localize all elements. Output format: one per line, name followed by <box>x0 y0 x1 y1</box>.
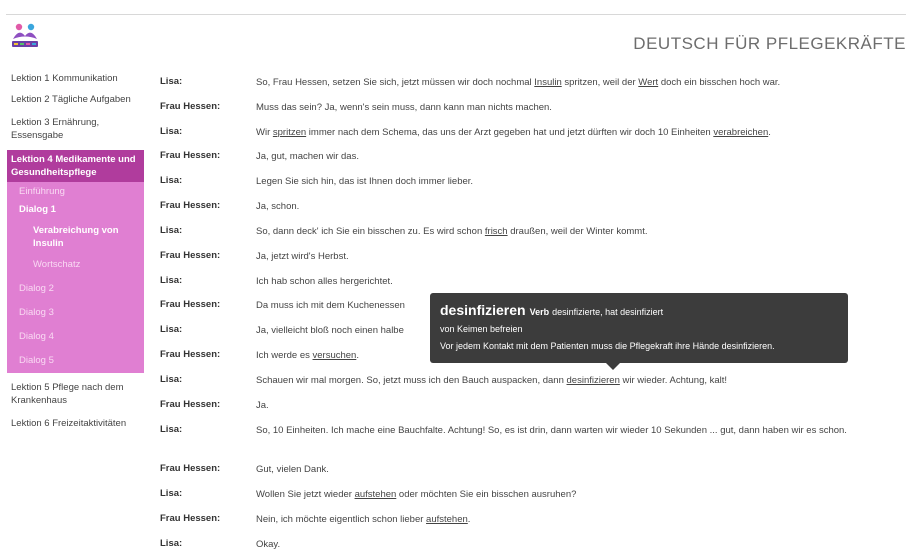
vocab-word-spritzen[interactable]: spritzen <box>273 127 306 138</box>
sidebar-subitem-einfuehrung[interactable]: Einführung <box>7 182 144 200</box>
tooltip-arrow <box>606 363 620 370</box>
dialog-row: Frau Hessen: Ja, gut, machen wir das. <box>160 150 359 163</box>
speaker-name: Frau Hessen: <box>160 349 221 360</box>
dialog-line: Muss das sein? Ja, wenn's sein muss, dan… <box>256 102 552 113</box>
dialog-line: So, dann deck' ich Sie ein bisschen zu. … <box>256 226 648 237</box>
sidebar-item-lektion-4[interactable]: Lektion 4 Medikamente und Gesundheitspfl… <box>7 150 144 182</box>
dialog-line: Gut, vielen Dank. <box>256 464 329 475</box>
dialog-line: Wollen Sie jetzt wieder aufstehen oder m… <box>256 489 577 500</box>
dialog-row: Lisa: Legen Sie sich hin, das ist Ihnen … <box>160 175 473 188</box>
dialog-row: Lisa: So, Frau Hessen, setzen Sie sich, … <box>160 76 780 89</box>
dialog-line: Legen Sie sich hin, das ist Ihnen doch i… <box>256 176 474 187</box>
vocab-word-aufstehen[interactable]: aufstehen <box>355 489 397 500</box>
vocab-word-frisch[interactable]: frisch <box>485 226 508 237</box>
dialog-row: Lisa: Ich hab schon alles hergerichtet. <box>160 275 393 288</box>
speaker-name: Lisa: <box>160 374 183 385</box>
sidebar-subitem-dialog-1[interactable]: Dialog 1 <box>7 200 144 218</box>
tooltip-heading: desinfizieren Verb desinfizierte, hat desi… <box>440 302 838 318</box>
vocab-tooltip: desinfizieren Verb desinfizierte, hat desi… <box>430 293 848 370</box>
dialog-row: Lisa: So, 10 Einheiten. Ich mache eine B… <box>160 424 906 437</box>
vocab-word-verabreichen[interactable]: verabreichen <box>713 127 768 138</box>
people-logo-icon[interactable] <box>10 22 40 50</box>
sidebar-item-lektion-1[interactable]: Lektion 1 Kommunikation <box>7 70 144 87</box>
speaker-name: Lisa: <box>160 225 183 236</box>
speaker-name: Lisa: <box>160 324 183 335</box>
sidebar-item-lektion-6[interactable]: Lektion 6 Freizeitaktivitäten <box>7 415 144 432</box>
speaker-name: Lisa: <box>160 126 183 137</box>
dialog-row: Frau Hessen: Nein, ich möchte eigentlich… <box>160 513 470 526</box>
speaker-name: Frau Hessen: <box>160 299 221 310</box>
dialog-line: Ja, gut, machen wir das. <box>256 151 359 162</box>
tooltip-word: desinfizieren <box>440 302 526 318</box>
dialog-row: Frau Hessen: Ja, schon. <box>160 200 299 213</box>
speaker-name: Frau Hessen: <box>160 101 221 112</box>
sidebar-subitem-dialog-4[interactable]: Dialog 4 <box>7 321 144 345</box>
lesson-sidebar: Lektion 1 Kommunikation Lektion 2 Täglic… <box>7 70 144 432</box>
dialog-row: Frau Hessen: Gut, vielen Dank. <box>160 463 329 476</box>
lektion-4-submenu: Einführung Dialog 1 Verabreichung von In… <box>7 182 144 373</box>
sidebar-subitem-wortschatz[interactable]: Wortschatz <box>7 252 144 273</box>
dialog-row: Lisa: So, dann deck' ich Sie ein bissche… <box>160 225 648 238</box>
tooltip-definition: von Keimen befreien <box>440 324 523 334</box>
dialog-row: Lisa: Schauen wir mal morgen. So, jetzt … <box>160 374 727 387</box>
header-divider <box>6 14 906 15</box>
dialog-row: Frau Hessen: Ja, jetzt wird's Herbst. <box>160 250 349 263</box>
sidebar-item-lektion-5[interactable]: Lektion 5 Pflege nach dem Krankenhaus <box>7 379 144 409</box>
dialog-row: Lisa: Okay. <box>160 538 280 551</box>
vocab-word-wert[interactable]: Wert <box>638 77 658 88</box>
speaker-name: Frau Hessen: <box>160 463 221 474</box>
dialog-line: Da muss ich mit dem Kuchenessen <box>256 300 405 311</box>
vocab-word-versuchen[interactable]: versuchen <box>313 350 357 361</box>
dialog-line: Ich hab schon alles hergerichtet. <box>256 276 393 287</box>
dialog-line: Schauen wir mal morgen. So, jetzt muss i… <box>256 375 728 386</box>
dialog-line: Wir spritzen immer nach dem Schema, das … <box>256 127 771 138</box>
sidebar-subitem-dialog-3[interactable]: Dialog 3 <box>7 297 144 321</box>
dialog-line: Ja, schon. <box>256 201 300 212</box>
speaker-name: Frau Hessen: <box>160 150 221 161</box>
tooltip-word-forms: desinfizierte, hat desinfiziert <box>552 307 664 317</box>
dialog-line: Okay. <box>256 539 281 550</box>
vocab-word-desinfizieren[interactable]: desinfizieren <box>567 375 620 386</box>
speaker-name: Lisa: <box>160 275 183 286</box>
sidebar-item-lektion-3[interactable]: Lektion 3 Ernährung, Essensgabe <box>7 114 144 144</box>
dialog-row: Frau Hessen: Ich werde es versuchen. <box>160 349 359 362</box>
speaker-name: Lisa: <box>160 488 183 499</box>
sidebar-subitem-dialog-2[interactable]: Dialog 2 <box>7 273 144 297</box>
dialog-line: So, 10 Einheiten. Ich mache eine Bauchfa… <box>256 425 847 436</box>
dialog-line: Ja, jetzt wird's Herbst. <box>256 251 349 262</box>
dialog-line: Ja, vielleicht bloß noch einen halbe <box>256 325 404 336</box>
vocab-word-insulin[interactable]: Insulin <box>534 77 561 88</box>
sidebar-subitem-verabreichung-von-insulin[interactable]: Verabreichung von Insulin <box>7 218 144 252</box>
speaker-name: Frau Hessen: <box>160 513 221 524</box>
tooltip-part-of-speech: Verb <box>529 307 550 317</box>
dialog-row: Frau Hessen: Muss das sein? Ja, wenn's s… <box>160 101 552 114</box>
speaker-name: Lisa: <box>160 538 183 549</box>
dialog-line: Nein, ich möchte eigentlich schon lieber… <box>256 514 471 525</box>
dialog-line: Ja. <box>256 400 269 411</box>
dialog-row: Lisa: Wollen Sie jetzt wieder aufstehen … <box>160 488 576 501</box>
speaker-name: Frau Hessen: <box>160 399 221 410</box>
sidebar-subitem-dialog-5[interactable]: Dialog 5 <box>7 345 144 369</box>
dialog-row: Frau Hessen: Ja. <box>160 399 269 412</box>
vocab-word-aufstehen-2[interactable]: aufstehen <box>426 514 468 525</box>
dialog-row: Frau Hessen: Da muss ich mit dem Kuchene… <box>160 299 405 312</box>
speaker-name: Lisa: <box>160 76 183 87</box>
dialog-line: So, Frau Hessen, setzen Sie sich, jetzt … <box>256 77 781 88</box>
dialog-line: Ich werde es versuchen. <box>256 350 359 361</box>
speaker-name: Frau Hessen: <box>160 200 221 211</box>
speaker-name: Lisa: <box>160 424 183 435</box>
dialog-row: Lisa: Wir spritzen immer nach dem Schema… <box>160 126 771 139</box>
page-title: DEUTSCH FÜR PFLEGEKRÄFTE <box>633 34 906 53</box>
dialog-row: Lisa: Ja, vielleicht bloß noch einen hal… <box>160 324 404 337</box>
speaker-name: Lisa: <box>160 175 183 186</box>
speaker-name: Frau Hessen: <box>160 250 221 261</box>
sidebar-item-lektion-2[interactable]: Lektion 2 Tägliche Aufgaben <box>7 91 144 108</box>
tooltip-example: Vor jedem Kontakt mit dem Patienten muss… <box>440 341 775 351</box>
